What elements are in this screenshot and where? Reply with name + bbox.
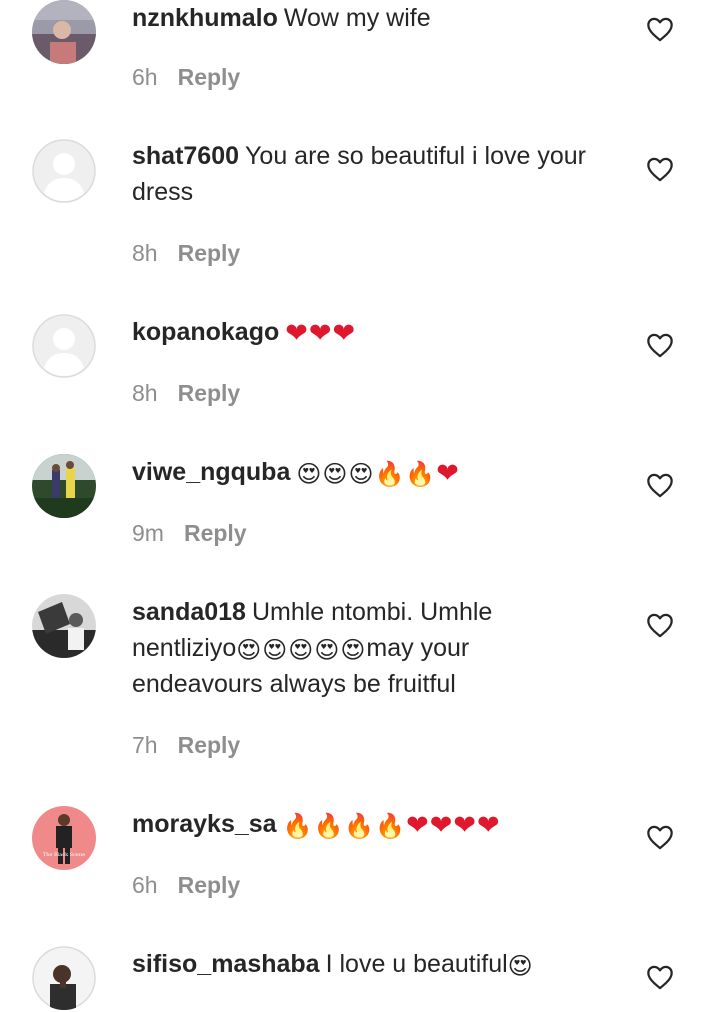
avatar[interactable] (32, 139, 96, 203)
comment-username[interactable]: morayks_sa (132, 810, 277, 838)
avatar-photo (32, 454, 96, 518)
comment-time: 8h (132, 240, 158, 266)
like-heart-icon[interactable] (646, 16, 674, 42)
heart-eyes-emoji: 😍 (322, 461, 348, 488)
heart-eyes-emoji: 😍 (348, 461, 374, 488)
red-heart-emoji: ❤ (477, 810, 500, 840)
reply-button[interactable]: Reply (178, 872, 241, 898)
reply-button[interactable]: Reply (184, 520, 247, 546)
comment-body: I love u beautiful (325, 950, 508, 978)
comment-meta: 6h Reply (132, 870, 240, 900)
comment-username[interactable]: sifiso_mashaba (132, 950, 320, 978)
fire-emoji: 🔥 (374, 461, 405, 488)
heart-eyes-emoji: 😍 (507, 953, 533, 980)
red-heart-emoji: ❤ (453, 810, 476, 840)
comment-text: morayks_sa 🔥🔥🔥🔥❤❤❤❤ (132, 806, 602, 842)
avatar-photo (32, 0, 96, 64)
red-heart-emoji: ❤ (429, 810, 453, 840)
comment-text: nznkhumalo Wow my wife (132, 0, 602, 36)
heart-eyes-emoji: 😍 (262, 637, 288, 664)
avatar[interactable] (32, 594, 96, 658)
fire-emoji: 🔥 (282, 813, 313, 840)
comment-text: sifiso_mashaba I love u beautiful😍 (132, 946, 602, 982)
reply-button[interactable]: Reply (178, 732, 241, 758)
comment-username[interactable]: viwe_ngquba (132, 458, 290, 486)
heart-eyes-emoji: 😍 (340, 637, 366, 664)
avatar[interactable] (32, 946, 96, 1010)
comment-text: viwe_ngquba 😍😍😍🔥🔥❤ (132, 454, 602, 490)
default-avatar-icon (32, 139, 96, 203)
comment-username[interactable]: nznkhumalo (132, 4, 278, 32)
like-heart-icon[interactable] (646, 472, 674, 498)
comment-time: 9m (132, 520, 164, 546)
avatar[interactable] (32, 0, 96, 64)
comment-time: 7h (132, 732, 158, 758)
comment-time: 8h (132, 380, 158, 406)
avatar-caption: The Black Scene (43, 852, 85, 858)
comment-text: kopanokago ❤❤❤ (132, 314, 602, 350)
like-heart-icon[interactable] (646, 964, 674, 990)
fire-emoji: 🔥 (344, 813, 375, 840)
comment-text: sanda018 Umhle ntombi. Umhle nentliziyo😍😍… (132, 594, 602, 702)
reply-button[interactable]: Reply (178, 380, 241, 406)
comment-body: Wow my wife (283, 4, 431, 32)
default-avatar-icon (32, 314, 96, 378)
comment-username[interactable]: sanda018 (132, 598, 246, 626)
red-heart-emoji: ❤ (308, 318, 332, 348)
comment-meta: 8h Reply (132, 378, 240, 408)
red-heart-emoji: ❤ (436, 458, 459, 488)
comment-meta: 9m Reply (132, 518, 247, 548)
avatar-photo (32, 946, 96, 1010)
comment-text: shat7600 You are so beautiful i love your… (132, 138, 602, 210)
fire-emoji: 🔥 (313, 813, 344, 840)
heart-eyes-emoji: 😍 (296, 461, 322, 488)
comment-time: 6h (132, 872, 158, 898)
fire-emoji: 🔥 (375, 813, 406, 840)
avatar[interactable] (32, 314, 96, 378)
like-heart-icon[interactable] (646, 612, 674, 638)
like-heart-icon[interactable] (646, 824, 674, 850)
like-heart-icon[interactable] (646, 156, 674, 182)
red-heart-emoji: ❤ (332, 318, 356, 348)
heart-eyes-emoji: 😍 (288, 637, 314, 664)
like-heart-icon[interactable] (646, 332, 674, 358)
comment-time: 6h (132, 64, 158, 90)
avatar[interactable]: The Black Scene (32, 806, 96, 870)
red-heart-emoji: ❤ (285, 318, 308, 348)
comment-meta: 7h Reply (132, 730, 240, 760)
fire-emoji: 🔥 (405, 461, 436, 488)
avatar[interactable] (32, 454, 96, 518)
avatar-photo: The Black Scene (32, 806, 96, 870)
heart-eyes-emoji: 😍 (314, 637, 340, 664)
avatar-photo (32, 594, 96, 658)
red-heart-emoji: ❤ (406, 810, 429, 840)
comment-meta: 6h Reply (132, 62, 240, 92)
reply-button[interactable]: Reply (178, 240, 241, 266)
comment-username[interactable]: shat7600 (132, 142, 239, 170)
comment-meta: 8h Reply (132, 238, 240, 268)
comment-username[interactable]: kopanokago (132, 318, 279, 346)
reply-button[interactable]: Reply (178, 64, 241, 90)
heart-eyes-emoji: 😍 (236, 637, 262, 664)
